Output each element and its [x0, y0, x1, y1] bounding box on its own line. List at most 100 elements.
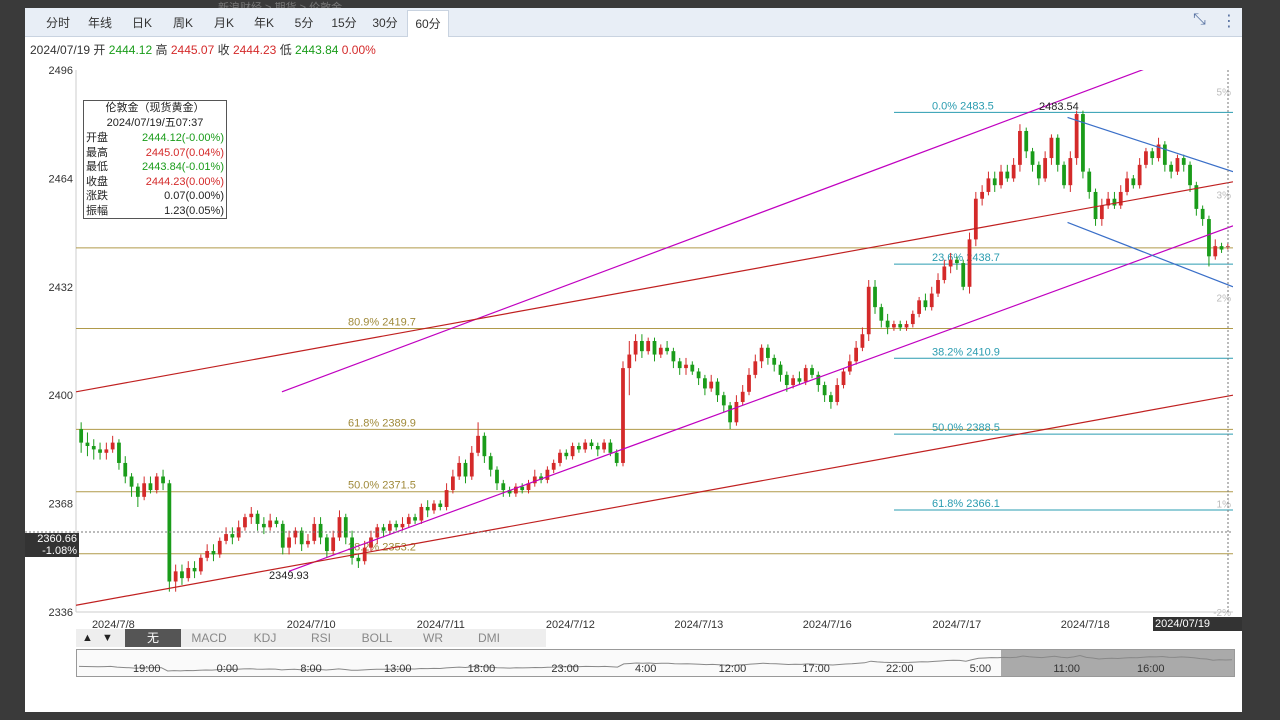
candle-body — [665, 347, 669, 352]
candle-body — [942, 266, 947, 281]
candle-body — [999, 171, 1003, 186]
y-tick-label: 2400 — [49, 390, 73, 402]
x-tick-label: 2024/7/13 — [674, 619, 723, 631]
candle-body — [860, 334, 865, 348]
candle-body — [709, 381, 714, 389]
candle-body — [432, 503, 436, 511]
trend-line — [281, 70, 1144, 393]
candle-body — [772, 357, 777, 365]
candle-body — [1181, 158, 1186, 165]
range-navigator[interactable]: 19:00 0:00 8:00 13:00 18:00 23:00 4:00 12:00 17:… — [76, 649, 1235, 677]
candle-body — [406, 517, 411, 524]
candle-body — [822, 385, 827, 396]
info-row-value: 1.23(0.05%) — [164, 204, 224, 217]
indicator-wr[interactable]: WR — [405, 629, 461, 647]
candle-body — [476, 435, 480, 453]
candle-body — [1213, 246, 1218, 257]
indicator-none[interactable]: 无 — [125, 629, 181, 647]
candle-body — [142, 483, 147, 497]
candle-body — [495, 469, 499, 484]
info-row-label: 最高 — [86, 146, 108, 159]
info-row-label: 涨跌 — [86, 190, 108, 202]
candle-body — [337, 517, 342, 538]
scroll-down-icon[interactable]: ▼ — [102, 629, 113, 647]
fib-left-label: 80.9% 2419.7 — [348, 316, 416, 328]
fib-right-label: 23.6% 2438.7 — [932, 252, 1000, 264]
candle-body — [1200, 208, 1205, 220]
candle-body — [211, 551, 216, 555]
candle-body — [898, 324, 903, 328]
candle-body — [425, 506, 430, 511]
candle-body — [980, 191, 985, 199]
indicator-rsi[interactable]: RSI — [293, 629, 349, 647]
candle-body — [255, 513, 260, 524]
candle-body — [1068, 158, 1073, 186]
candle-body — [520, 486, 525, 491]
candle-body — [362, 547, 367, 562]
info-row-value: 0.07(0.00%) — [164, 190, 224, 202]
y-tick-label: 2496 — [49, 65, 73, 77]
crosshair-date-tag: 2024/07/19 07:37 — [1153, 617, 1242, 644]
candle-body — [104, 449, 109, 453]
candle-body — [249, 513, 254, 518]
candle-body — [299, 530, 304, 545]
fib-right-label: 38.2% 2410.9 — [932, 346, 1000, 358]
candle-body — [1018, 130, 1022, 165]
candle-body — [1118, 191, 1123, 206]
candle-body — [1150, 151, 1155, 159]
indicator-kdj[interactable]: KDJ — [237, 629, 293, 647]
candle-body — [161, 476, 165, 484]
candle-body — [614, 452, 619, 463]
candle-body — [324, 537, 329, 552]
candle-body — [394, 523, 399, 528]
fib-right-label: 61.8% 2366.1 — [932, 498, 1000, 510]
candle-body — [904, 324, 909, 328]
candle-body — [784, 374, 789, 386]
candle-body — [1030, 151, 1035, 165]
low-annotation: 2349.93 — [269, 570, 309, 582]
candle-body — [829, 395, 833, 402]
candle-body — [992, 178, 997, 186]
candle-body — [595, 446, 600, 450]
candle-body — [936, 280, 940, 294]
candle-body — [967, 239, 972, 287]
candle-body — [671, 351, 676, 362]
candle-body — [747, 374, 751, 392]
info-row-label: 最低 — [86, 161, 108, 173]
candle-body — [797, 378, 802, 382]
candle-body — [879, 307, 884, 321]
candle-body — [558, 452, 562, 463]
candle-body — [224, 534, 228, 541]
info-row: 开盘 2444.12(-0.00%) — [84, 131, 226, 146]
candle-body — [148, 483, 153, 491]
candle-body — [482, 435, 487, 457]
candle-body — [129, 476, 134, 487]
candle-body — [658, 347, 663, 355]
indicator-dmi[interactable]: DMI — [461, 629, 517, 647]
candle-body — [1207, 219, 1211, 257]
candle-body — [117, 442, 121, 463]
candle-body — [696, 371, 701, 379]
candle-body — [1024, 130, 1029, 152]
candle-body — [646, 341, 651, 352]
candle-body — [759, 347, 764, 362]
candle-body — [1087, 171, 1092, 192]
candle-body — [438, 503, 443, 507]
indicator-macd[interactable]: MACD — [181, 629, 237, 647]
info-row-value: 2443.84(-0.01%) — [142, 161, 224, 173]
candle-body — [230, 534, 235, 538]
scroll-up-icon[interactable]: ▲ — [82, 629, 93, 647]
candle-body — [841, 371, 846, 386]
fib-left-label: 38.2% 2353.2 — [348, 542, 416, 554]
x-tick-label: 2024/7/12 — [546, 619, 595, 631]
candle-body — [633, 341, 638, 355]
candle-body — [728, 405, 732, 423]
candle-body — [243, 517, 247, 528]
indicator-boll[interactable]: BOLL — [349, 629, 405, 647]
candle-body — [684, 364, 688, 369]
candle-body — [1093, 191, 1098, 220]
candle-body — [205, 551, 210, 558]
candle-body — [1011, 164, 1016, 179]
candle-body — [261, 523, 266, 528]
candle-body — [835, 385, 840, 402]
